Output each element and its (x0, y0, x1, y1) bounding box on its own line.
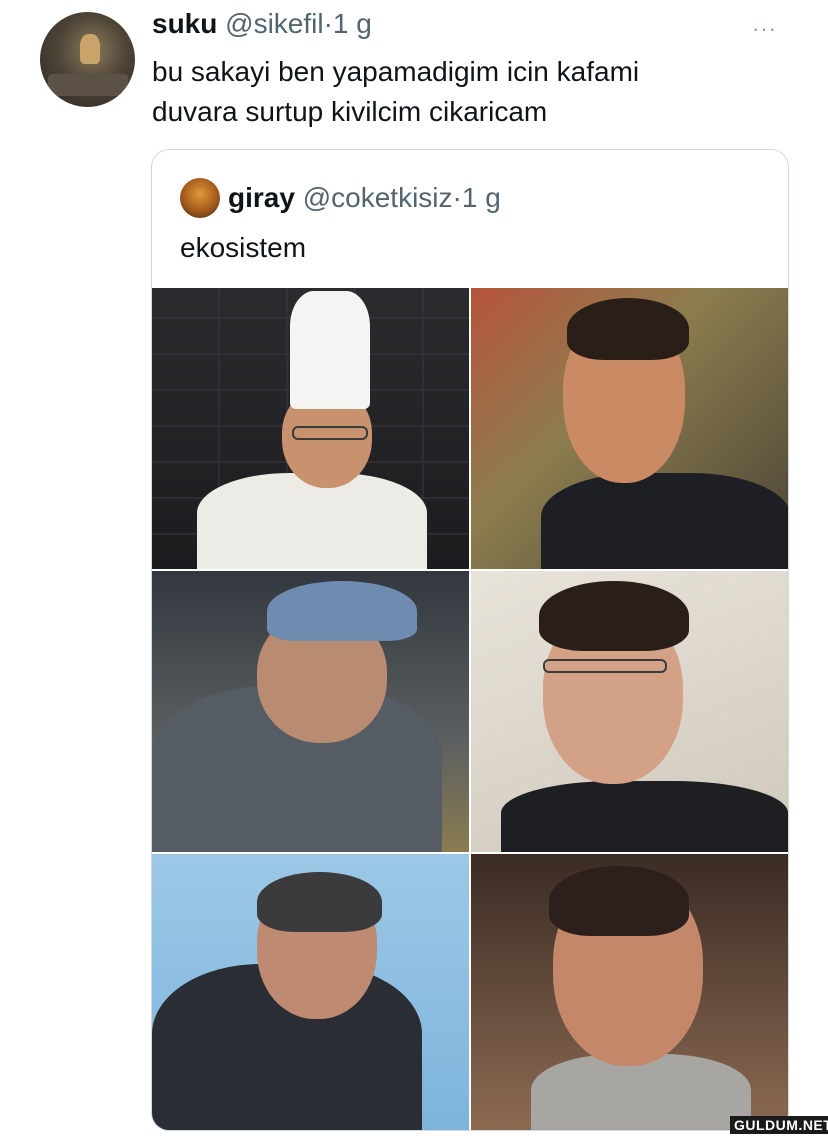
photo-hair (257, 872, 382, 932)
tweet-header: suku @sikefil·1 g (152, 8, 372, 40)
quoted-timestamp[interactable]: 1 g (462, 182, 501, 213)
quoted-author-name[interactable]: giray (228, 182, 295, 213)
quoted-header: giray @coketkisiz·1 g (228, 182, 501, 214)
quoted-tweet[interactable]: giray @coketkisiz·1 g ekosistem (151, 149, 789, 1131)
photo-person-body (531, 1054, 751, 1130)
photo-person-body (197, 473, 427, 569)
tweet-text: bu sakayi ben yapamadigim icin kafami du… (152, 52, 792, 132)
author-avatar[interactable] (40, 12, 135, 107)
photo-chef[interactable] (152, 288, 469, 569)
photo-cap (267, 581, 417, 641)
avatar-floor (48, 74, 128, 96)
header-separator: · (323, 8, 333, 39)
quoted-author-handle[interactable]: @coketkisiz (303, 182, 453, 213)
site-watermark: GULDUM.NET (730, 1116, 828, 1134)
photo-looking-down-man[interactable] (152, 854, 469, 1130)
more-options-icon[interactable]: ··· (752, 16, 777, 42)
tweet-text-line: duvara surtup kivilcim cikaricam (152, 96, 548, 127)
avatar-figure (80, 34, 100, 64)
photo-young-man[interactable] (471, 571, 788, 852)
author-handle[interactable]: @sikefil (225, 8, 323, 39)
chef-hat (290, 291, 370, 409)
photo-glasses (543, 659, 667, 673)
photo-hair (539, 581, 689, 651)
quoted-text: ekosistem (180, 232, 307, 263)
quoted-separator: · (452, 182, 462, 213)
quoted-author-avatar[interactable] (180, 178, 220, 218)
tweet-timestamp[interactable]: 1 g (333, 8, 372, 39)
photo-person-body (501, 781, 788, 852)
tweet-text-line: bu sakayi ben yapamadigim icin kafami (152, 56, 640, 87)
author-name[interactable]: suku (152, 8, 217, 39)
photo-oven-man[interactable] (471, 288, 788, 569)
photo-hair (567, 298, 689, 360)
photo-cap-man[interactable] (152, 571, 469, 852)
photo-grid (152, 288, 788, 1130)
photo-profile-man[interactable] (471, 854, 788, 1130)
photo-glasses (292, 426, 368, 440)
photo-hair (549, 866, 689, 936)
photo-person-body (541, 473, 788, 569)
